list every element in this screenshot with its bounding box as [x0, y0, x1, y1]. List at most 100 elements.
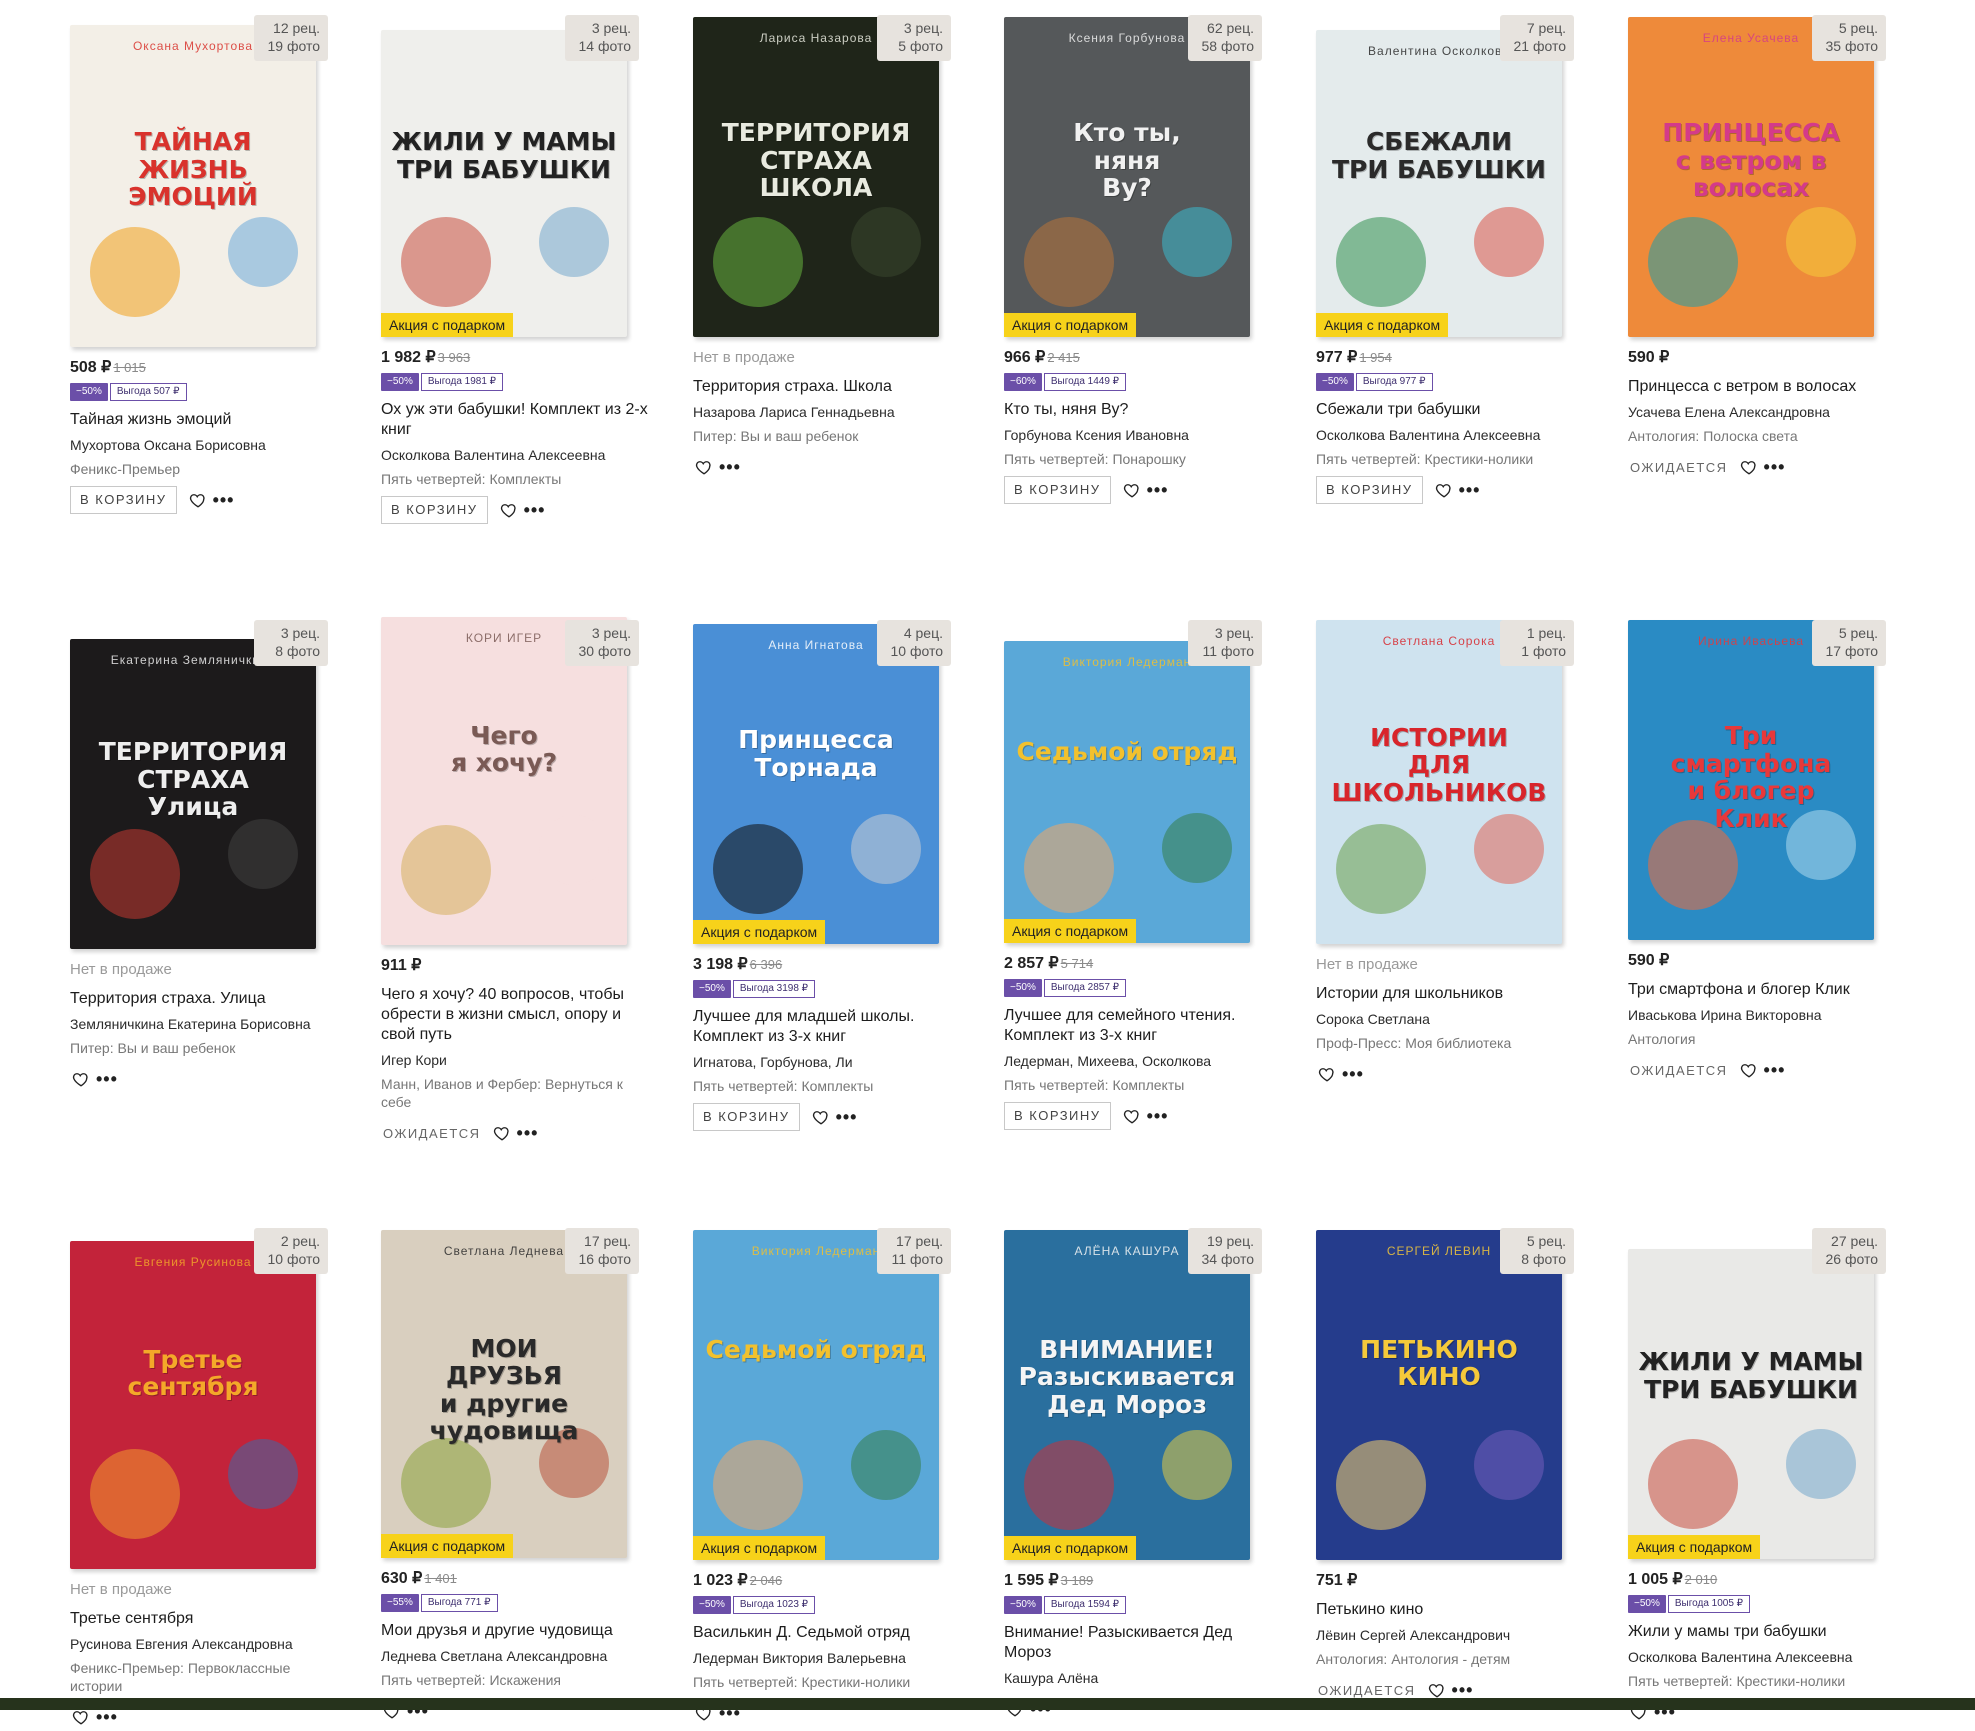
reviews-badge[interactable]: 5 рец. 17 фото [1812, 620, 1886, 666]
book-publisher[interactable]: Пять четвертей: Комплекты [381, 470, 651, 488]
book-title[interactable]: Лучшее для младшей школы. Комплект из 3-… [693, 1007, 963, 1047]
book-title[interactable]: Территория страха. Улица [70, 989, 340, 1009]
book-title[interactable]: Третье сентября [70, 1609, 340, 1629]
book-publisher[interactable]: Антология [1628, 1030, 1898, 1048]
book-cover[interactable]: СЕРГЕЙ ЛЕВИН ПЕТЬКИНО КИНО [1316, 1230, 1562, 1560]
book-author[interactable]: Осколкова Валентина Алексеевна [381, 446, 651, 464]
book-publisher[interactable]: Пять четвертей: Комплекты [693, 1077, 963, 1095]
add-to-cart-button[interactable]: В КОРЗИНУ [1004, 476, 1111, 504]
heart-icon[interactable] [72, 1070, 90, 1088]
book-cover[interactable]: Оксана Мухортова ТАЙНАЯ ЖИЗНЬ ЭМОЦИЙ [70, 25, 316, 347]
book-cover[interactable]: Екатерина Земляничкина ТЕРРИТОРИЯ СТРАХА… [70, 639, 316, 949]
heart-icon[interactable] [493, 1124, 511, 1142]
reviews-badge[interactable]: 17 рец. 11 фото [877, 1228, 951, 1274]
reviews-badge[interactable]: 3 рец. 11 фото [1188, 620, 1262, 666]
more-icon[interactable]: ••• [1342, 1065, 1364, 1083]
book-author[interactable]: Игер Кори [381, 1051, 651, 1069]
book-author[interactable]: Мухортова Оксана Борисовна [70, 436, 340, 454]
book-title[interactable]: Внимание! Разыскивается Дед Мороз [1004, 1623, 1274, 1663]
reviews-badge[interactable]: 19 рец. 34 фото [1188, 1228, 1262, 1274]
reviews-badge[interactable]: 3 рец. 5 фото [877, 15, 951, 61]
book-cover[interactable]: Анна Игнатова Принцесса Торнада [693, 624, 939, 944]
book-publisher[interactable]: Пять четвертей: Искажения [381, 1671, 651, 1689]
book-title[interactable]: Истории для школьников [1316, 984, 1586, 1004]
book-publisher[interactable]: Пять четвертей: Крестики-нолики [1316, 450, 1586, 468]
book-title[interactable]: Принцесса с ветром в волосах [1628, 377, 1898, 397]
add-to-cart-button[interactable]: В КОРЗИНУ [70, 486, 177, 514]
heart-icon[interactable] [1435, 481, 1453, 499]
book-cover[interactable]: ЖИЛИ У МАМЫ ТРИ БАБУШКИ [1628, 1249, 1874, 1559]
book-author[interactable]: Кашура Алёна [1004, 1669, 1274, 1687]
book-author[interactable]: Осколкова Валентина Алексеевна [1628, 1648, 1898, 1666]
book-title[interactable]: Кто ты, няня Ву? [1004, 400, 1274, 420]
book-author[interactable]: Ледерман, Михеева, Осколкова [1004, 1052, 1274, 1070]
heart-icon[interactable] [500, 501, 518, 519]
more-icon[interactable]: ••• [719, 458, 741, 476]
book-author[interactable]: Леднева Светлана Александровна [381, 1647, 651, 1665]
more-icon[interactable]: ••• [1764, 1061, 1786, 1079]
heart-icon[interactable] [695, 458, 713, 476]
book-cover[interactable]: ЖИЛИ У МАМЫ ТРИ БАБУШКИ [381, 30, 627, 337]
book-publisher[interactable]: Питер: Вы и ваш ребенок [70, 1039, 340, 1057]
book-publisher[interactable]: Пять четвертей: Крестики-нолики [693, 1673, 963, 1691]
more-icon[interactable]: ••• [213, 491, 235, 509]
reviews-badge[interactable]: 2 рец. 10 фото [254, 1228, 328, 1274]
more-icon[interactable]: ••• [96, 1070, 118, 1088]
heart-icon[interactable] [189, 491, 207, 509]
more-icon[interactable]: ••• [1452, 1681, 1474, 1699]
book-publisher[interactable]: Проф-Пресс: Моя библиотека [1316, 1034, 1586, 1052]
reviews-badge[interactable]: 1 рец. 1 фото [1500, 620, 1574, 666]
reviews-badge[interactable]: 4 рец. 10 фото [877, 620, 951, 666]
book-title[interactable]: Тайная жизнь эмоций [70, 410, 340, 430]
book-author[interactable]: Игнатова, Горбунова, Ли [693, 1053, 963, 1071]
heart-icon[interactable] [1428, 1681, 1446, 1699]
book-author[interactable]: Лёвин Сергей Александрович [1316, 1626, 1586, 1644]
book-cover[interactable]: КОРИ ИГЕР Чего я хочу? [381, 617, 627, 945]
book-cover[interactable]: Лариса Назарова ТЕРРИТОРИЯ СТРАХА ШКОЛА [693, 17, 939, 337]
reviews-badge[interactable]: 12 рец. 19 фото [254, 15, 328, 61]
book-cover[interactable]: Виктория Ледерман Седьмой отряд [1004, 641, 1250, 943]
reviews-badge[interactable]: 3 рец. 8 фото [254, 620, 328, 666]
book-author[interactable]: Иваськова Ирина Викторовна [1628, 1006, 1898, 1024]
book-author[interactable]: Ледерман Виктория Валерьевна [693, 1649, 963, 1667]
more-icon[interactable]: ••• [517, 1124, 539, 1142]
book-title[interactable]: Сбежали три бабушки [1316, 400, 1586, 420]
book-cover[interactable]: Ксения Горбунова Кто ты, няня Ву? [1004, 17, 1250, 337]
heart-icon[interactable] [1740, 458, 1758, 476]
book-cover[interactable]: Евгения Русинова Третье сентября [70, 1241, 316, 1569]
book-title[interactable]: Три смартфона и блогер Клик [1628, 980, 1898, 1000]
book-cover[interactable]: Виктория Ледерман Седьмой отряд [693, 1230, 939, 1560]
book-publisher[interactable]: Манн, Иванов и Фербер: Вернуться к себе [381, 1075, 651, 1111]
more-icon[interactable]: ••• [1147, 1107, 1169, 1125]
book-author[interactable]: Русинова Евгения Александровна [70, 1635, 340, 1653]
add-to-cart-button[interactable]: В КОРЗИНУ [381, 496, 488, 524]
book-title[interactable]: Василькин Д. Седьмой отряд [693, 1623, 963, 1643]
reviews-badge[interactable]: 7 рец. 21 фото [1500, 15, 1574, 61]
reviews-badge[interactable]: 27 рец. 26 фото [1812, 1228, 1886, 1274]
book-publisher[interactable]: Феникс-Премьер: Первоклассные истории [70, 1659, 340, 1695]
more-icon[interactable]: ••• [1459, 481, 1481, 499]
reviews-badge[interactable]: 17 рец. 16 фото [565, 1228, 639, 1274]
book-publisher[interactable]: Феникс-Премьер [70, 460, 340, 478]
reviews-badge[interactable]: 5 рец. 8 фото [1500, 1228, 1574, 1274]
book-author[interactable]: Усачева Елена Александровна [1628, 403, 1898, 421]
book-title[interactable]: Территория страха. Школа [693, 377, 963, 397]
heart-icon[interactable] [1123, 1107, 1141, 1125]
add-to-cart-button[interactable]: В КОРЗИНУ [1004, 1102, 1111, 1130]
heart-icon[interactable] [72, 1708, 90, 1726]
book-publisher[interactable]: Антология: Полоска света [1628, 427, 1898, 445]
book-cover[interactable]: Ирина Ивасьева Три смартфона и блогер Кл… [1628, 620, 1874, 940]
book-publisher[interactable]: Пять четвертей: Понарошку [1004, 450, 1274, 468]
book-author[interactable]: Назарова Лариса Геннадьевна [693, 403, 963, 421]
book-cover[interactable]: АЛЁНА КАШУРА ВНИМАНИЕ! Разыскивается Дед… [1004, 1230, 1250, 1560]
book-publisher[interactable]: Питер: Вы и ваш ребенок [693, 427, 963, 445]
book-author[interactable]: Осколкова Валентина Алексеевна [1316, 426, 1586, 444]
reviews-badge[interactable]: 5 рец. 35 фото [1812, 15, 1886, 61]
book-title[interactable]: Мои друзья и другие чудовища [381, 1621, 651, 1641]
book-title[interactable]: Ох уж эти бабушки! Комплект из 2-х книг [381, 400, 651, 440]
more-icon[interactable]: ••• [1764, 458, 1786, 476]
reviews-badge[interactable]: 3 рец. 14 фото [565, 15, 639, 61]
book-publisher[interactable]: Антология: Антология - детям [1316, 1650, 1586, 1668]
book-cover[interactable]: Валентина Осколкова СБЕЖАЛИ ТРИ БАБУШКИ [1316, 30, 1562, 337]
reviews-badge[interactable]: 3 рец. 30 фото [565, 620, 639, 666]
